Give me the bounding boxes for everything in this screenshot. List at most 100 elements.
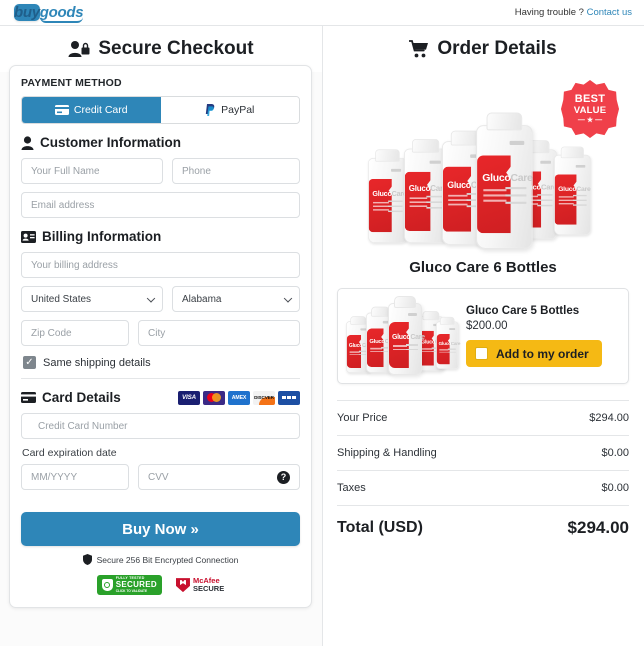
phone-input[interactable]: Phone (172, 158, 300, 184)
paypal-icon (205, 104, 216, 116)
expiry-cvv-row: MM/YYYY CVV ? (21, 464, 300, 490)
card-expiration-input[interactable]: MM/YYYY (21, 464, 129, 490)
best-value-line2: VALUE (573, 104, 607, 116)
add-to-order-label: Add to my order (496, 346, 589, 361)
bottle: GlucoCare (368, 158, 407, 243)
cvv-input[interactable]: CVV ? (138, 464, 300, 490)
trustguard-bottom-text: CLICK TO VALIDATE (115, 588, 148, 593)
user-lock-icon (68, 40, 90, 58)
bottle: GlucoCare (404, 148, 447, 243)
email-input[interactable]: Email address (21, 192, 300, 218)
buygoods-logo[interactable]: buygoods (14, 4, 84, 23)
bottle-front: GlucoCare (476, 125, 533, 249)
shield-icon (82, 554, 92, 565)
customer-information-title: Customer Information (40, 135, 182, 150)
shipping-value: $0.00 (601, 447, 629, 459)
add-to-order-checkbox[interactable] (475, 347, 488, 360)
question-mark-icon[interactable]: ? (277, 470, 290, 484)
tab-paypal[interactable]: PayPal (160, 97, 299, 123)
bottle-brand-suffix: Care (450, 341, 461, 347)
visa-icon: VISA (178, 390, 200, 405)
id-card-icon (21, 230, 36, 243)
bottle-brand-suffix: Care (576, 185, 591, 193)
user-icon (21, 135, 34, 150)
zip-code-input[interactable]: Zip Code (21, 320, 129, 346)
contact-us-link[interactable]: Contact us (587, 7, 632, 18)
bottle-brand-suffix: Care (510, 172, 533, 184)
state-select-value: Alabama (182, 293, 222, 305)
country-select[interactable]: United States (21, 286, 163, 312)
total-row-taxes: Taxes $0.00 (337, 470, 629, 505)
bottle-brand: Gluco (348, 343, 363, 349)
discover-icon: DISC﻿VER (253, 390, 275, 405)
upsell-info: Gluco Care 5 Bottles $200.00 Add to my o… (466, 305, 620, 367)
mastercard-icon (203, 390, 225, 405)
credit-card-icon (54, 105, 69, 115)
help-area: Having trouble ? Contact us (515, 7, 632, 18)
zip-city-row: Zip Code City (21, 320, 300, 346)
secure-checkout-column: Secure Checkout PAYMENT METHOD Credit Ca… (0, 26, 323, 646)
trust-badges: FULLY TESTED SECURED CLICK TO VALIDATE M… (21, 575, 300, 596)
payment-card: PAYMENT METHOD Credit Card PayPal Custom… (9, 65, 312, 609)
name-phone-row: Your Full Name Phone (21, 158, 300, 184)
country-select-value: United States (31, 293, 92, 305)
logo-goods-text: goods (39, 4, 84, 23)
bottle-brand: Gluco (392, 334, 411, 341)
bottle: GlucoCare (436, 321, 461, 369)
bottle-brand-suffix: Care (410, 334, 425, 341)
bottle-brand: Gluco (408, 184, 431, 194)
columns-container: Secure Checkout PAYMENT METHOD Credit Ca… (0, 26, 644, 646)
order-totals: Your Price $294.00 Shipping & Handling $… (337, 400, 629, 549)
amex-icon: AMEX (228, 390, 250, 405)
cvv-placeholder: CVV (148, 471, 169, 483)
help-text: Having trouble ? (514, 7, 584, 18)
same-shipping-row[interactable]: ✓ Same shipping details (23, 356, 300, 369)
card-brand-logos: VISA AMEX DISC﻿VER (178, 390, 300, 405)
product-image: GlucoCare GlucoCare GlucoCare GlucoCare (337, 74, 629, 249)
billing-address-row: Your billing address (21, 252, 300, 278)
tab-credit-card-label: Credit Card (73, 104, 128, 116)
grand-total-value: $294.00 (567, 518, 629, 537)
country-state-row: United States Alabama (21, 286, 300, 312)
same-shipping-label: Same shipping details (43, 356, 151, 369)
top-bar: buygoods Having trouble ? Contact us (0, 0, 644, 26)
email-row: Email address (21, 192, 300, 218)
tab-paypal-label: PayPal (221, 104, 255, 116)
chevron-down-icon (146, 294, 156, 303)
logo-buy-text: buy (14, 4, 40, 21)
trustguard-secured-badge[interactable]: FULLY TESTED SECURED CLICK TO VALIDATE (96, 575, 162, 596)
buy-now-button[interactable]: Buy Now » (21, 512, 300, 546)
card-expiration-label: Card expiration date (22, 447, 117, 459)
tab-credit-card[interactable]: Credit Card (22, 97, 161, 123)
bottle-brand: Gluco (482, 172, 511, 184)
billing-information-header: Billing Information (21, 229, 300, 244)
upsell-product-image: GlucoCare GlucoCare GlucoCare GlucoCare (346, 297, 461, 375)
taxes-label: Taxes (337, 482, 366, 494)
order-details-header: Order Details (337, 26, 629, 72)
shopping-cart-icon (409, 40, 429, 58)
total-row-grand: Total (USD) $294.00 (337, 505, 629, 549)
your-price-value: $294.00 (589, 412, 629, 424)
trustguard-shield-icon (101, 579, 113, 592)
full-name-input[interactable]: Your Full Name (21, 158, 163, 184)
billing-address-input[interactable]: Your billing address (21, 252, 300, 278)
jcb-icon (278, 390, 300, 405)
card-number-input[interactable]: Credit Card Number (21, 413, 300, 439)
bottle: GlucoCare (554, 154, 591, 235)
mcafee-secure-badge[interactable]: McAfee SECURE (175, 575, 225, 596)
state-select[interactable]: Alabama (172, 286, 300, 312)
bottle-brand: Gluco (372, 190, 392, 199)
customer-information-header: Customer Information (21, 135, 300, 150)
same-shipping-checkbox[interactable]: ✓ (23, 356, 36, 369)
card-details-title: Card Details (42, 390, 121, 405)
payment-method-tabs: Credit Card PayPal (21, 96, 300, 124)
billing-information-title: Billing Information (42, 229, 162, 244)
card-number-row: Credit Card Number (21, 413, 300, 439)
secure-checkout-title: Secure Checkout (98, 38, 254, 59)
bottle-front: GlucoCare (388, 303, 425, 375)
bottle-brand: Gluco (438, 341, 451, 347)
total-row-your-price: Your Price $294.00 (337, 400, 629, 435)
add-to-my-order-button[interactable]: Add to my order (466, 340, 602, 367)
city-input[interactable]: City (138, 320, 300, 346)
bottle-brand: Gluco (447, 180, 471, 191)
